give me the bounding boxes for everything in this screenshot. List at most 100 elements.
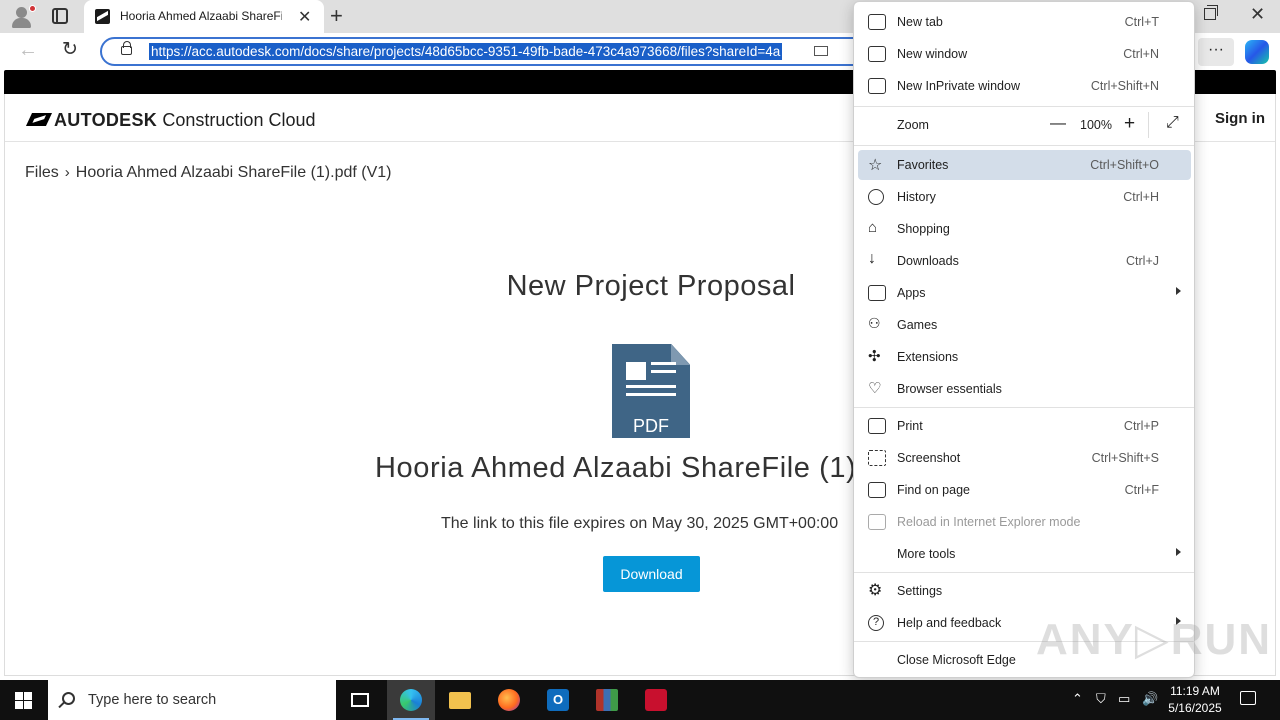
breadcrumb-files-link[interactable]: Files: [25, 164, 59, 181]
clock-time: 11:19 AM: [1170, 684, 1220, 698]
history-icon: [868, 189, 884, 205]
search-icon: [62, 692, 75, 705]
taskbar-search-box[interactable]: Type here to search: [48, 680, 336, 720]
menu-item-browser-essentials[interactable]: ♡ Browser essentials: [858, 374, 1191, 404]
window-close-icon[interactable]: ✕: [1250, 4, 1265, 25]
autodesk-favicon-icon: [95, 9, 110, 24]
menu-item-more-tools[interactable]: More tools: [858, 539, 1191, 569]
star-icon: ☆: [868, 157, 883, 174]
shopping-tag-icon: ⌂: [868, 219, 878, 236]
menu-divider: [854, 106, 1194, 107]
immersive-reader-icon[interactable]: [814, 46, 828, 56]
tab-close-icon[interactable]: ✕: [298, 7, 311, 27]
taskbar-acrobat[interactable]: [632, 680, 680, 720]
menu-item-new-tab[interactable]: New tab Ctrl+T: [858, 7, 1191, 37]
menu-item-new-inprivate[interactable]: New InPrivate window Ctrl+Shift+N: [858, 71, 1191, 101]
menu-item-settings[interactable]: ⚙ Settings: [858, 576, 1191, 606]
firefox-icon: [498, 689, 520, 711]
menu-item-find-on-page[interactable]: Find on page Ctrl+F: [858, 475, 1191, 505]
download-button[interactable]: Download: [603, 556, 700, 592]
tab-title: Hooria Ahmed Alzaabi ShareFile (1).pdf: [120, 9, 282, 23]
find-page-icon: [868, 482, 886, 498]
zoom-level: 100%: [1080, 118, 1112, 132]
sign-in-link[interactable]: Sign in: [1215, 110, 1265, 127]
gear-icon: ⚙: [868, 582, 883, 599]
new-window-icon: [868, 46, 886, 62]
window-restore-icon[interactable]: [1204, 5, 1218, 20]
winrar-icon: [596, 689, 618, 711]
windows-start-icon[interactable]: [15, 692, 32, 709]
edge-icon: [400, 689, 422, 711]
submenu-arrow-icon: [1176, 287, 1181, 295]
menu-item-apps[interactable]: Apps: [858, 278, 1191, 308]
notification-icon[interactable]: [1240, 691, 1256, 705]
taskbar-clock[interactable]: 11:19 AM 5/16/2025: [1162, 683, 1228, 717]
menu-divider: [854, 145, 1194, 146]
file-name: Hooria Ahmed Alzaabi ShareFile (1).pdf: [375, 452, 855, 484]
clock-date: 5/16/2025: [1168, 701, 1222, 715]
folder-icon: [449, 692, 471, 709]
menu-item-screenshot[interactable]: Screenshot Ctrl+Shift+S: [858, 443, 1191, 473]
menu-item-games[interactable]: ⚇ Games: [858, 310, 1191, 340]
page-title: New Project Proposal: [506, 270, 796, 302]
windows-taskbar: Type here to search O ⌃ ⛉ ▭ 🔊 11:19 AM 5…: [0, 680, 1280, 720]
back-arrow-icon[interactable]: ←: [18, 39, 38, 62]
menu-item-shopping[interactable]: ⌂ Shopping: [858, 214, 1191, 244]
defender-icon[interactable]: ⛉: [1096, 691, 1106, 707]
taskbar-firefox[interactable]: [485, 680, 533, 720]
address-url[interactable]: https://acc.autodesk.com/docs/share/proj…: [149, 43, 783, 60]
brand-name: AUTODESK: [54, 110, 158, 130]
apps-grid-icon: [868, 285, 886, 301]
zoom-out-button[interactable]: —: [1050, 115, 1066, 133]
settings-and-more-button[interactable]: ···: [1198, 38, 1234, 66]
pdf-label: PDF: [633, 416, 669, 436]
taskbar-file-explorer[interactable]: [436, 680, 484, 720]
new-tab-icon[interactable]: +: [330, 3, 343, 29]
menu-item-print[interactable]: Print Ctrl+P: [858, 411, 1191, 441]
new-tab-menu-icon: [868, 14, 886, 30]
chevron-up-icon[interactable]: ⌃: [1072, 691, 1083, 707]
pdf-image-glyph: [626, 362, 646, 380]
reload-icon[interactable]: ↻: [62, 38, 78, 61]
pdf-text-line: [651, 362, 676, 365]
pdf-text-line: [626, 393, 676, 396]
copilot-icon[interactable]: [1245, 40, 1269, 64]
fullscreen-icon[interactable]: ⤢: [1166, 114, 1179, 132]
menu-divider: [854, 407, 1194, 408]
menu-item-zoom: Zoom — 100% + ⤢: [858, 110, 1191, 140]
outlook-icon: O: [547, 689, 569, 711]
chevron-right-icon: ›: [64, 164, 70, 181]
anyrun-watermark: ANY▷RUN: [1036, 615, 1273, 664]
printer-icon: [868, 418, 886, 434]
zoom-in-button[interactable]: +: [1124, 113, 1135, 135]
taskbar-edge[interactable]: [387, 680, 435, 720]
search-placeholder: Type here to search: [88, 692, 217, 708]
active-tab[interactable]: Hooria Ahmed Alzaabi ShareFile (1).pdf ✕: [84, 0, 324, 33]
taskbar-outlook[interactable]: O: [534, 680, 582, 720]
tab-actions-icon[interactable]: [52, 8, 68, 24]
breadcrumb-current: Hooria Ahmed Alzaabi ShareFile (1).pdf (…: [75, 164, 392, 181]
acrobat-icon: [645, 689, 667, 711]
taskbar-winrar[interactable]: [583, 680, 631, 720]
ie-mode-icon: [868, 514, 886, 530]
task-view-button[interactable]: [336, 680, 384, 720]
menu-item-downloads[interactable]: ↓ Downloads Ctrl+J: [858, 246, 1191, 276]
autodesk-logo-icon: [25, 113, 53, 126]
profile-avatar-icon[interactable]: [10, 5, 36, 29]
settings-menu: New tab Ctrl+T New window Ctrl+N New InP…: [853, 1, 1195, 678]
menu-item-extensions[interactable]: ✣ Extensions: [858, 342, 1191, 372]
breadcrumb: Files › Hooria Ahmed Alzaabi ShareFile (1)…: [25, 164, 392, 182]
menu-item-favorites[interactable]: ☆ Favorites Ctrl+Shift+O: [858, 150, 1191, 180]
help-question-icon: ?: [868, 615, 884, 631]
submenu-arrow-icon: [1176, 548, 1181, 556]
menu-item-history[interactable]: History Ctrl+H: [858, 182, 1191, 212]
menu-item-reload-ie-mode[interactable]: Reload in Internet Explorer mode: [858, 507, 1191, 537]
volume-icon[interactable]: 🔊: [1142, 691, 1158, 707]
network-icon[interactable]: ▭: [1118, 691, 1130, 707]
link-expiry-text: The link to this file expires on May 30,…: [441, 515, 839, 532]
zoom-divider: [1148, 112, 1149, 138]
screenshot-icon: [868, 450, 886, 466]
address-bar[interactable]: https://acc.autodesk.com/docs/share/proj…: [100, 37, 870, 66]
menu-item-new-window[interactable]: New window Ctrl+N: [858, 39, 1191, 69]
lock-icon[interactable]: [121, 41, 132, 55]
